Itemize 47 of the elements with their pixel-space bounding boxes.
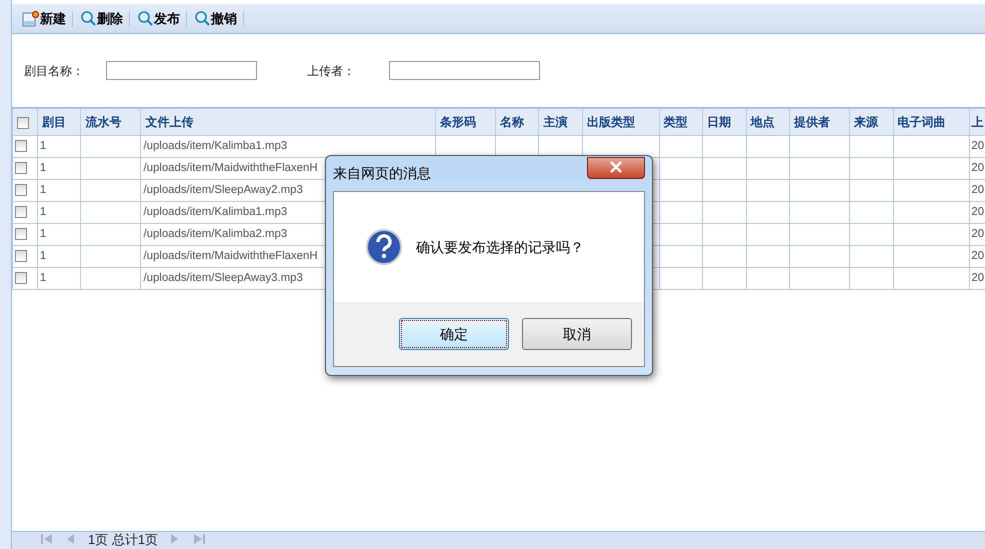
toolbar-button[interactable]: 撤销 xyxy=(195,8,243,28)
search-icon xyxy=(81,11,96,26)
select-all-checkbox[interactable] xyxy=(17,116,29,129)
filter-label: 上传者： xyxy=(307,62,356,80)
table-cell: 1 xyxy=(37,158,81,180)
text-field[interactable] xyxy=(106,61,257,80)
toolbar-button[interactable]: 发布 xyxy=(138,8,186,28)
column-header[interactable]: 剧目 xyxy=(37,108,81,136)
column-header[interactable]: 提供者 xyxy=(790,108,850,136)
column-header[interactable]: 类型 xyxy=(659,108,703,136)
column-header[interactable]: 文件上传 xyxy=(140,108,436,136)
column-header[interactable]: 主演 xyxy=(538,108,582,136)
row-checkbox[interactable] xyxy=(15,250,27,262)
table-cell: 1 xyxy=(37,268,81,290)
new-document-icon xyxy=(22,10,39,26)
search-icon xyxy=(138,11,153,26)
dialog-button[interactable]: 确定 xyxy=(399,318,509,350)
text-field[interactable] xyxy=(389,61,540,80)
column-header[interactable]: 名称 xyxy=(495,108,539,136)
table-cell: 1 xyxy=(37,136,81,158)
column-header[interactable]: 来源 xyxy=(850,108,894,136)
close-icon xyxy=(608,161,624,174)
search-icon xyxy=(195,11,210,26)
row-checkbox[interactable] xyxy=(15,228,27,240)
column-header[interactable]: 电子词曲 xyxy=(893,108,970,136)
dialog-button[interactable]: 取消 xyxy=(522,318,632,350)
table-cell: 1 xyxy=(37,246,81,268)
column-header[interactable]: 出版类型 xyxy=(582,108,660,136)
close-button[interactable] xyxy=(587,156,645,178)
column-header[interactable]: 条形码 xyxy=(435,108,496,136)
toolbar-button[interactable]: 删除 xyxy=(81,8,129,28)
column-header[interactable]: 地点 xyxy=(746,108,790,136)
table-cell: 1 xyxy=(37,202,81,224)
row-checkbox[interactable] xyxy=(15,184,27,196)
row-checkbox[interactable] xyxy=(15,272,27,284)
table-cell: 1 xyxy=(37,224,81,246)
toolbar-button[interactable]: 新建 xyxy=(22,8,72,28)
question-icon xyxy=(366,229,402,265)
page-info: 1页 总计1页 xyxy=(88,532,158,548)
column-header[interactable]: 上 xyxy=(970,108,985,136)
row-checkbox[interactable] xyxy=(15,140,27,152)
filter-label: 剧目名称： xyxy=(24,62,85,80)
row-checkbox[interactable] xyxy=(15,162,27,174)
column-header[interactable]: 流水号 xyxy=(80,108,141,136)
row-checkbox[interactable] xyxy=(15,206,27,218)
column-header[interactable]: 日期 xyxy=(702,108,746,136)
table-cell: 1 xyxy=(37,180,81,202)
